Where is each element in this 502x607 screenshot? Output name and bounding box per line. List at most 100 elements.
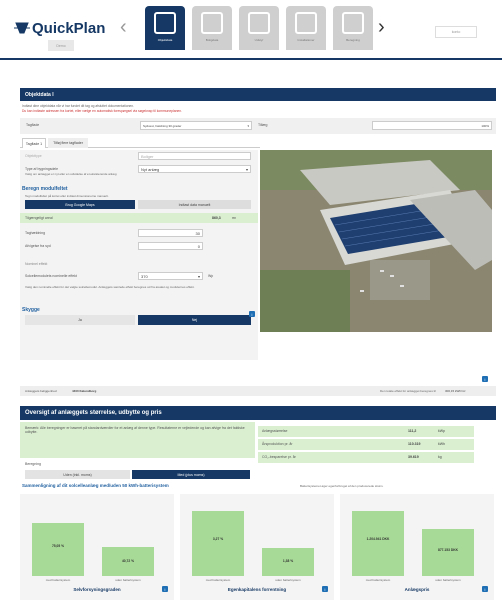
info-icon[interactable]: i (482, 376, 488, 382)
chart-title: Selvforsyningsgraden (73, 587, 121, 592)
chart-panel: 75,05 % med batterisystem 40,72 % uden batt… (20, 494, 174, 600)
result-value: 110.319 (408, 442, 421, 446)
bar-value-label: 40,72 % (121, 558, 135, 563)
bar-category-label: uden batterisystem (275, 578, 301, 582)
info-icon[interactable]: i (322, 586, 328, 592)
bar-value-label: 3,27 % (212, 537, 224, 541)
result-value: 39.619 (408, 455, 419, 459)
chart-panel: 3,27 % med batterisystem 1,38 % uden batter… (180, 494, 334, 600)
tagflade-select[interactable]: Sydvest, hældning 30 grader ▾ (140, 121, 252, 130)
address-value: 4400 Kalundborg (72, 389, 97, 393)
chart-bar: 1.204.941 DKK (352, 511, 404, 576)
step-label: Objektdata (157, 38, 173, 42)
panel-grid-icon (295, 12, 317, 34)
form-panel: Objekttype Boliger Type af bygningsdele … (20, 150, 258, 360)
objekttype-select[interactable]: Boliger (138, 152, 251, 160)
bar-category-label: uden batterisystem (435, 578, 461, 582)
chart-bar: 75,05 % (32, 523, 84, 576)
areal-row: Tilgængeligt areal 860,3 m² (20, 213, 258, 223)
objekttype-label: Objekttype (25, 154, 42, 158)
moms-uden-button[interactable]: Uden (inkl. moms) (25, 470, 130, 479)
modul-hint: Tegn modulfeltet på kortet eller indtast… (25, 194, 109, 198)
chart-panel: 1.204.941 DKK med batterisystem 877.153 DK… (340, 494, 494, 600)
result-label: Årsproduktion pr. år (262, 442, 293, 446)
step-label: Beregning (346, 38, 360, 42)
step-beregning[interactable]: Beregning (333, 6, 373, 50)
skygge-ja-button[interactable]: Ja (25, 315, 135, 325)
step-installationer[interactable]: Installationer (286, 6, 326, 50)
aerial-map-image[interactable] (260, 150, 492, 332)
result-row: Årsproduktion pr. år 110.319 kWh (258, 439, 474, 450)
info-icon[interactable]: i (162, 586, 168, 592)
result-label: CO₂-besparelse pr. år (262, 455, 296, 459)
chevron-down-icon: ▾ (197, 274, 200, 279)
byg-select[interactable]: Nyt anlæg ▾ (138, 165, 251, 173)
tab-add-tagflade[interactable]: Tilføj flere tagflader (48, 138, 88, 148)
afvigelse-label: Afvigelse fra syd (25, 244, 51, 248)
bar-value-label: 1,38 % (282, 559, 294, 564)
beregning-label: Beregning (25, 462, 41, 466)
byg-hint: Vælg om anlægget er nyt eller en udvidel… (25, 172, 117, 176)
bar-category-label: med batterisystem (365, 578, 391, 582)
tab-tagflade-1[interactable]: Tagflade 1 (22, 138, 46, 148)
taghaeldning-label: Taghældning (25, 231, 46, 235)
ekstra-input[interactable]: 100% (372, 121, 492, 130)
skygge-nej-button[interactable]: Nej (138, 315, 251, 325)
ekstra-label: Tillæg (258, 123, 268, 127)
google-maps-button[interactable]: Brug Google Maps (25, 200, 135, 209)
areal-label: Tilgængeligt areal (25, 216, 53, 220)
chevron-down-icon: ▾ (247, 124, 249, 128)
byg-label: Type af bygningsdele (25, 167, 59, 171)
bar-category-label: uden batterisystem (115, 578, 141, 582)
effekt-summary-label: Den totale effekt for anlægget beregnes … (380, 389, 436, 393)
chart-bar: 877.153 DKK (422, 529, 474, 576)
chart-bar: 40,72 % (102, 547, 154, 576)
bemaerk-box: Bemærk: Alle beregninger er baseret på s… (20, 422, 255, 458)
next-arrow-icon[interactable]: › (378, 16, 385, 39)
result-value: 111,2 (408, 429, 417, 433)
bar-category-label: med batterisystem (45, 578, 71, 582)
areal-value: 860,3 (212, 216, 221, 220)
intro-text-2: Du kan indtaste adressen fra kortet, ell… (22, 109, 182, 113)
chart-title: Egenkapitalens forrentning (227, 587, 287, 592)
tagflade-row: Tagflade Sydvest, hældning 30 grader ▾ Ti… (20, 118, 496, 134)
compare-title: Sammenligning af dit solcelleanlæg med/u… (22, 483, 169, 488)
result-unit: kWh (438, 442, 445, 446)
taghaeldning-input[interactable]: 30 (138, 229, 203, 237)
effekt-select[interactable]: 370 ▾ (138, 272, 203, 280)
chevron-down-icon: ▾ (245, 167, 248, 172)
moms-med-button[interactable]: Med (plus moms) (132, 470, 250, 479)
step-label: Boligdata (205, 38, 219, 42)
chart-bar: 3,27 % (192, 511, 244, 576)
calculator-icon (248, 12, 270, 34)
nominel-title: Nominel effekt (25, 262, 48, 266)
manual-data-button[interactable]: Indtast data manuelt (138, 200, 251, 209)
effekt-unit: Wp (208, 274, 214, 278)
result-row: CO₂-besparelse pr. år 39.619 kg (258, 452, 474, 463)
percent-document-icon (342, 12, 364, 34)
step-objektdata[interactable]: Objektdata (145, 6, 185, 50)
app-logo[interactable]: QuickPlan (32, 20, 105, 37)
areal-unit: m² (232, 216, 237, 220)
step-boligdata[interactable]: Boligdata (192, 6, 232, 50)
step-udstyr[interactable]: Udstyr (239, 6, 279, 50)
prev-arrow-icon[interactable]: ‹ (120, 16, 127, 39)
account-button[interactable]: konto (435, 26, 477, 38)
house-solar-icon (154, 12, 176, 34)
house-icon (201, 12, 223, 34)
objektdata-header: Objektdata I (20, 88, 496, 101)
result-row: Anlægsstørrelse 111,2 kWp (258, 426, 474, 437)
step-label: Installationer (297, 38, 315, 42)
info-icon[interactable]: i (482, 586, 488, 592)
bar-value-label: 877.153 DKK (438, 547, 458, 552)
afvigelse-input[interactable]: 0 (138, 242, 203, 250)
demo-button[interactable]: Demo (48, 40, 74, 51)
compare-note: Batterisystemet øger egenforbruget af de… (300, 484, 384, 488)
result-label: Anlægsstørrelse (262, 429, 288, 433)
effekt-summary-value: 300,15 kWh/m² (445, 389, 466, 393)
info-icon[interactable]: i (249, 311, 255, 317)
chart-title: Anlægspris (404, 587, 430, 592)
logo-icon (14, 22, 30, 34)
intro-text: Indtast dine objektdata når vi har funde… (22, 104, 134, 108)
result-unit: kWp (438, 429, 445, 433)
